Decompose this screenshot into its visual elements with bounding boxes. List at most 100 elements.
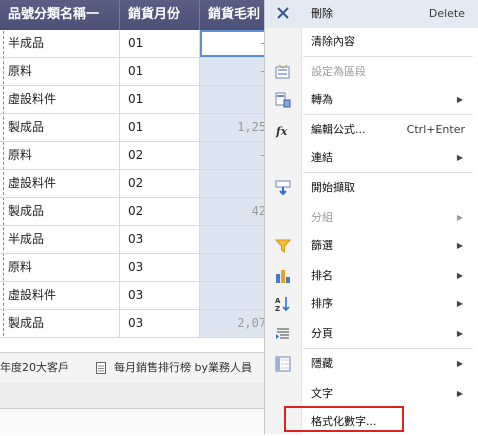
table-row[interactable]: 虛設料件0237,6 <box>0 170 300 198</box>
table-row[interactable]: 虛設料件 03 <box>0 282 300 310</box>
submenu-arrow-icon: ▶ <box>456 329 463 338</box>
cell-category[interactable]: 虛設料件 <box>0 86 120 113</box>
table-row[interactable]: 半成品03-58 <box>0 226 300 254</box>
menu-item-label: 編輯公式... <box>311 123 366 136</box>
menu-separator <box>303 172 473 173</box>
cell-category[interactable]: 半成品 <box>0 226 120 253</box>
sheet-tab-top20-customers[interactable]: 年度20大客戶 <box>0 353 69 383</box>
submenu-arrow-icon: ▶ <box>456 95 463 104</box>
menu-item-text[interactable]: 文字 ▶ <box>265 380 478 408</box>
report-page-icon <box>96 353 108 383</box>
drill-icon <box>275 180 291 196</box>
svg-text:Z: Z <box>275 305 280 312</box>
cell-month[interactable]: 03 <box>120 226 200 253</box>
menu-item-label: 分頁 <box>311 327 333 340</box>
cell-category[interactable]: 半成品 <box>0 30 120 57</box>
table-row[interactable]: 製成品032,078,89 <box>0 310 300 338</box>
menu-item-label: 隱藏 <box>311 357 333 370</box>
svg-text:fx: fx <box>275 125 288 138</box>
menu-item-label: 篩選 <box>311 239 333 252</box>
menu-item-turn-into[interactable]: 轉為 ▶ <box>265 86 478 114</box>
submenu-arrow-icon: ▶ <box>456 241 463 250</box>
highlight-annotation-box <box>284 406 404 432</box>
report-table: 品號分類名稱一 銷貨月份 銷貨毛利 半成品01-2,14原料01-5,02虛設料… <box>0 0 300 340</box>
cell-month[interactable]: 02 <box>120 198 200 225</box>
cell-category[interactable]: 原料 <box>0 142 120 169</box>
cell-category[interactable]: 製成品 <box>0 310 120 337</box>
cell-month[interactable]: 01 <box>120 58 200 85</box>
svg-text:A: A <box>275 297 281 305</box>
menu-item-sort[interactable]: A Z 排序 ▶ <box>265 290 478 318</box>
menu-item-delete[interactable]: 刪除 Delete <box>265 0 478 28</box>
menu-item-label: 轉為 <box>311 93 333 106</box>
context-menu: 刪除 Delete 清除內容設定為區段轉為 ▶ fx 編輯公式... Ctrl+Enter 連… <box>264 0 478 434</box>
sheet-tab-bar: 年度20大客戶 每月銷售排行榜 by業務人員 <box>0 352 300 384</box>
bottom-panel <box>0 408 300 435</box>
menu-item-label: 排名 <box>311 269 333 282</box>
menu-item-start-drill[interactable]: 開始擷取 <box>265 174 478 202</box>
status-bar <box>0 383 300 408</box>
paging-icon <box>275 326 291 342</box>
filter-icon <box>274 238 292 254</box>
menu-item-ranking[interactable]: 排名 ▶ <box>265 262 478 290</box>
ranking-icon <box>275 268 291 284</box>
table-row[interactable]: 製成品011,256,31 <box>0 114 300 142</box>
menu-item-link[interactable]: 連結 ▶ <box>265 144 478 172</box>
menu-item-shortcut: Delete <box>428 7 465 20</box>
sort-icon: AZ <box>275 296 291 313</box>
formula-icon: fx <box>275 122 291 138</box>
submenu-arrow-icon: ▶ <box>456 389 463 398</box>
menu-item-edit-formula[interactable]: fx 編輯公式... Ctrl+Enter <box>265 116 478 144</box>
cell-category[interactable]: 虛設料件 <box>0 170 120 197</box>
menu-item-label: 排序 <box>311 297 333 310</box>
cell-month[interactable]: 02 <box>120 142 200 169</box>
convert-icon <box>275 92 291 108</box>
cell-category[interactable]: 原料 <box>0 58 120 85</box>
menu-item-paging[interactable]: 分頁 ▶ <box>265 320 478 348</box>
menu-item-filter[interactable]: 篩選 ▶ <box>265 232 478 260</box>
column-header-category[interactable]: 品號分類名稱一 <box>0 0 120 30</box>
column-header-month[interactable]: 銷貨月份 <box>120 0 200 30</box>
section-icon <box>275 64 291 80</box>
submenu-arrow-icon: ▶ <box>456 153 463 162</box>
cell-month[interactable]: 01 <box>120 114 200 141</box>
menu-separator <box>303 56 473 57</box>
table-row[interactable]: 原料02-2,20 <box>0 142 300 170</box>
cell-month[interactable]: 02 <box>120 170 200 197</box>
table-row[interactable]: 原料03-60 <box>0 254 300 282</box>
menu-item-label: 開始擷取 <box>311 181 355 194</box>
menu-item-hide[interactable]: 隱藏 ▶ <box>265 350 478 378</box>
menu-item-clear-contents[interactable]: 清除內容 <box>265 28 478 56</box>
cell-category[interactable]: 原料 <box>0 254 120 281</box>
cell-month[interactable]: 03 <box>120 254 200 281</box>
submenu-arrow-icon: ▶ <box>456 299 463 308</box>
menu-item-shortcut: Ctrl+Enter <box>406 123 465 136</box>
menu-item-label: 清除內容 <box>311 35 355 48</box>
table-row[interactable]: 虛設料件011,03 <box>0 86 300 114</box>
close-icon <box>275 6 291 22</box>
menu-separator <box>303 348 473 349</box>
cell-category[interactable]: 製成品 <box>0 114 120 141</box>
table-row[interactable]: 半成品01-2,14 <box>0 30 300 58</box>
cell-category[interactable]: 製成品 <box>0 198 120 225</box>
submenu-arrow-icon: ▶ <box>456 213 463 222</box>
menu-item-label: 文字 <box>311 387 333 400</box>
menu-item-set-as-section[interactable]: 設定為區段 <box>265 58 478 86</box>
submenu-arrow-icon: ▶ <box>456 271 463 280</box>
cell-month[interactable]: 03 <box>120 310 200 337</box>
cell-category[interactable]: 虛設料件 <box>0 282 120 309</box>
hide-icon <box>275 356 291 372</box>
menu-item-label: 設定為區段 <box>311 65 366 78</box>
sheet-tab-monthly-ranking[interactable]: 每月銷售排行榜 by業務人員 <box>114 353 252 383</box>
menu-separator <box>303 114 473 115</box>
cell-month[interactable]: 01 <box>120 86 200 113</box>
table-row[interactable]: 原料01-5,02 <box>0 58 300 86</box>
table-row[interactable]: 製成品02421,60 <box>0 198 300 226</box>
cell-month[interactable]: 01 <box>120 30 200 57</box>
submenu-arrow-icon: ▶ <box>456 359 463 368</box>
menu-item-label: 分組 <box>311 211 333 224</box>
cell-month[interactable]: 03 <box>120 282 200 309</box>
menu-item-label: 連結 <box>311 151 333 164</box>
menu-item-label: 刪除 <box>311 7 333 20</box>
menu-item-group[interactable]: 分組 ▶ <box>265 204 478 232</box>
